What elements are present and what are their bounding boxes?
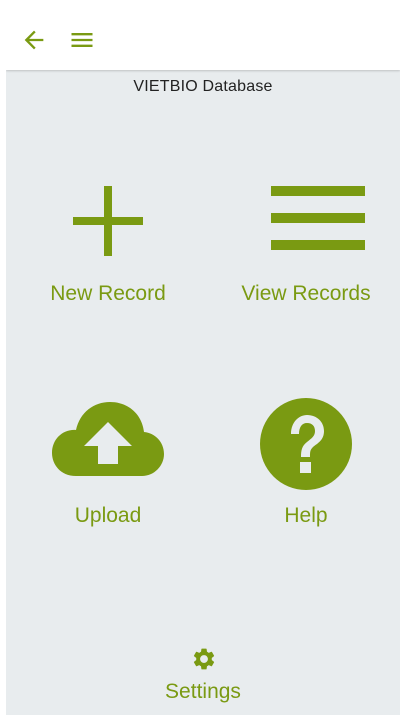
page-title: VIETBIO Database — [133, 78, 273, 95]
menu-button[interactable] — [68, 26, 96, 54]
upload-label: Upload — [74, 504, 142, 527]
new-record-button[interactable]: New Record — [28, 186, 188, 316]
back-button[interactable] — [20, 26, 48, 54]
upload-button[interactable]: Upload — [28, 398, 188, 538]
app-bar — [6, 6, 400, 70]
question-circle-icon — [260, 398, 352, 490]
hamburger-menu-icon — [71, 33, 93, 47]
help-button[interactable]: Help — [226, 398, 386, 538]
list-icon — [271, 186, 365, 250]
new-record-label: New Record — [50, 282, 166, 305]
help-label: Help — [284, 504, 328, 527]
plus-icon — [73, 186, 143, 256]
view-records-label: View Records — [241, 282, 371, 305]
cloud-upload-icon — [52, 402, 164, 476]
settings-label: Settings — [165, 680, 241, 703]
settings-button[interactable]: Settings — [136, 646, 270, 712]
gear-icon — [193, 648, 215, 670]
view-records-button[interactable]: View Records — [226, 186, 386, 316]
app-screen: VIETBIO Database New Record View Records… — [6, 6, 400, 715]
arrow-left-icon — [24, 30, 44, 50]
